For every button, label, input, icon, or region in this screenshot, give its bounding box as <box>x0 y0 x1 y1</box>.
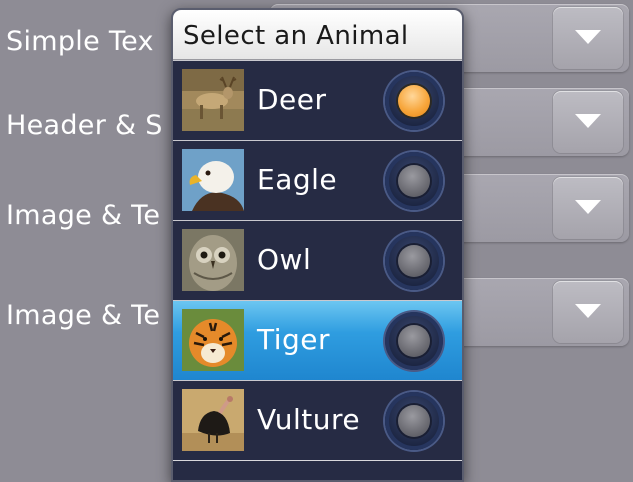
select-animal-dialog: Select an Animal Deer Eagle Owl Tiger Vu… <box>171 8 464 482</box>
radio-button[interactable] <box>385 392 443 450</box>
chevron-down-icon <box>575 114 601 128</box>
radio-button[interactable] <box>385 232 443 290</box>
option-tiger[interactable]: Tiger <box>173 300 462 381</box>
owl-photo <box>182 229 244 291</box>
dropdown-button[interactable] <box>553 7 623 69</box>
eagle-photo <box>182 149 244 211</box>
deer-photo <box>182 69 244 131</box>
option-eagle[interactable]: Eagle <box>173 140 462 221</box>
tiger-photo <box>182 309 244 371</box>
option-deer[interactable]: Deer <box>173 60 462 141</box>
row-label: Simple Tex <box>6 26 154 57</box>
vulture-photo <box>182 389 244 451</box>
dropdown-button[interactable] <box>553 281 623 343</box>
option-vulture[interactable]: Vulture <box>173 380 462 461</box>
dropdown-button[interactable] <box>553 177 623 239</box>
row-label: Image & Te <box>6 200 161 231</box>
option-owl[interactable]: Owl <box>173 220 462 301</box>
row-label: Header & S <box>6 110 163 141</box>
dialog-title: Select an Animal <box>173 10 462 60</box>
radio-button[interactable] <box>385 152 443 210</box>
chevron-down-icon <box>575 200 601 214</box>
radio-button[interactable] <box>385 312 443 370</box>
radio-button-checked[interactable] <box>385 72 443 130</box>
chevron-down-icon <box>575 304 601 318</box>
row-label: Image & Te <box>6 300 161 331</box>
option-label: Eagle <box>257 163 338 196</box>
option-label: Owl <box>257 243 312 276</box>
option-label: Deer <box>257 83 327 116</box>
dropdown-button[interactable] <box>553 91 623 153</box>
option-label: Vulture <box>257 403 361 436</box>
chevron-down-icon <box>575 30 601 44</box>
option-label: Tiger <box>257 323 331 356</box>
